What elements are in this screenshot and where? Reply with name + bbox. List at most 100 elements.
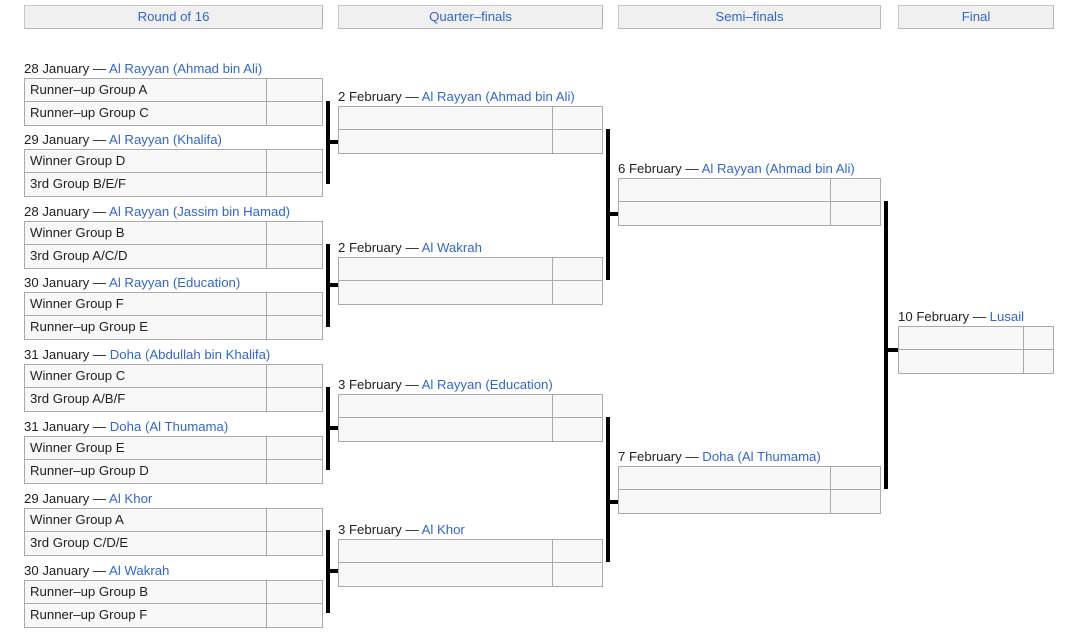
round-header-1[interactable]: Round of 16 xyxy=(24,5,323,29)
team-score-cell[interactable] xyxy=(267,245,323,269)
team-name-cell[interactable]: Winner Group A xyxy=(24,508,267,532)
match-venue-link[interactable]: Al Rayyan (Education) xyxy=(422,377,553,392)
caption-separator: — xyxy=(89,563,110,578)
team-score-cell[interactable] xyxy=(553,394,603,418)
round-header-2[interactable]: Quarter–finals xyxy=(338,5,603,29)
team-name-cell[interactable]: Runner–up Group A xyxy=(24,78,267,102)
team-name-cell[interactable] xyxy=(338,281,553,305)
team-name-cell[interactable]: 3rd Group B/E/F xyxy=(24,173,267,197)
match-venue-link[interactable]: Lusail xyxy=(990,309,1024,324)
team-name-cell[interactable] xyxy=(338,394,553,418)
team-score-cell[interactable] xyxy=(267,78,323,102)
team-name-cell[interactable]: Winner Group F xyxy=(24,292,267,316)
match-date: 29 January xyxy=(24,491,90,506)
team-score-cell[interactable] xyxy=(267,580,323,604)
caption-separator: — xyxy=(89,204,110,219)
match-row xyxy=(898,350,1054,374)
team-name-cell[interactable]: 3rd Group A/C/D xyxy=(24,245,267,269)
match-venue-link[interactable]: Al Wakrah xyxy=(109,563,169,578)
team-name-cell[interactable] xyxy=(338,257,553,281)
match-venue-link[interactable]: Al Khor xyxy=(109,491,152,506)
caption-separator: — xyxy=(89,61,110,76)
match-venue-link[interactable]: Al Rayyan (Ahmad bin Ali) xyxy=(422,89,575,104)
team-score-cell[interactable] xyxy=(831,178,881,202)
team-score-cell[interactable] xyxy=(1024,350,1054,374)
team-score-cell[interactable] xyxy=(267,604,323,628)
match-venue-link[interactable]: Al Rayyan (Ahmad bin Ali) xyxy=(702,161,855,176)
round-header-4[interactable]: Final xyxy=(898,5,1054,29)
team-name-cell[interactable] xyxy=(338,130,553,154)
connector-vertical-sf_to_final-1 xyxy=(884,201,888,489)
team-name-cell[interactable] xyxy=(338,418,553,442)
match-box-r16-5: Winner Group C 3rd Group A/B/F xyxy=(24,364,323,412)
match-venue-link[interactable]: Al Rayyan (Education) xyxy=(109,275,240,290)
team-score-cell[interactable] xyxy=(553,257,603,281)
team-score-cell[interactable] xyxy=(553,418,603,442)
team-score-cell[interactable] xyxy=(831,202,881,226)
team-name-cell[interactable] xyxy=(618,202,831,226)
team-score-cell[interactable] xyxy=(267,388,323,412)
match-venue-link[interactable]: Doha (Al Thumama) xyxy=(702,449,821,464)
match-caption-qf-1: 2 February — Al Rayyan (Ahmad bin Ali) xyxy=(338,89,575,105)
team-name-cell[interactable]: Winner Group B xyxy=(24,221,267,245)
team-score-cell[interactable] xyxy=(553,563,603,587)
match-box-r16-4: Winner Group F Runner–up Group E xyxy=(24,292,323,340)
team-name-cell[interactable] xyxy=(898,350,1024,374)
match-venue-link[interactable]: Al Rayyan (Jassim bin Hamad) xyxy=(109,204,290,219)
team-name-cell[interactable] xyxy=(898,326,1024,350)
match-venue-link[interactable]: Doha (Al Thumama) xyxy=(110,419,229,434)
team-score-cell[interactable] xyxy=(831,490,881,514)
team-score-cell[interactable] xyxy=(553,539,603,563)
match-venue-link[interactable]: Doha (Abdullah bin Khalifa) xyxy=(110,347,271,362)
team-name-cell[interactable]: 3rd Group A/B/F xyxy=(24,388,267,412)
team-name-cell[interactable]: Winner Group C xyxy=(24,364,267,388)
match-venue-link[interactable]: Al Rayyan (Khalifa) xyxy=(109,132,222,147)
match-venue-link[interactable]: Al Khor xyxy=(422,522,465,537)
caption-separator: — xyxy=(401,522,422,537)
team-name-cell[interactable]: Runner–up Group B xyxy=(24,580,267,604)
match-row xyxy=(338,130,603,154)
team-score-cell[interactable] xyxy=(831,466,881,490)
team-score-cell[interactable] xyxy=(267,460,323,484)
team-name-cell[interactable]: 3rd Group C/D/E xyxy=(24,532,267,556)
match-venue-link[interactable]: Al Wakrah xyxy=(422,240,482,255)
team-name-cell[interactable]: Runner–up Group E xyxy=(24,316,267,340)
team-score-cell[interactable] xyxy=(267,364,323,388)
team-score-cell[interactable] xyxy=(267,149,323,173)
match-box-sf-1 xyxy=(618,178,881,226)
match-row: 3rd Group B/E/F xyxy=(24,173,323,197)
team-score-cell[interactable] xyxy=(267,316,323,340)
team-score-cell[interactable] xyxy=(267,173,323,197)
team-name-cell[interactable] xyxy=(618,466,831,490)
team-name-cell[interactable]: Runner–up Group F xyxy=(24,604,267,628)
team-name-cell[interactable]: Runner–up Group C xyxy=(24,102,267,126)
team-name-cell[interactable]: Runner–up Group D xyxy=(24,460,267,484)
match-row: Winner Group E xyxy=(24,436,323,460)
team-score-cell[interactable] xyxy=(267,436,323,460)
match-venue-link[interactable]: Al Rayyan (Ahmad bin Ali) xyxy=(109,61,262,76)
caption-separator: — xyxy=(89,132,110,147)
team-name-cell[interactable] xyxy=(338,539,553,563)
team-score-cell[interactable] xyxy=(267,292,323,316)
match-row xyxy=(618,466,881,490)
team-score-cell[interactable] xyxy=(267,508,323,532)
team-name-cell[interactable]: Winner Group D xyxy=(24,149,267,173)
match-caption-qf-3: 3 February — Al Rayyan (Education) xyxy=(338,377,553,393)
team-name-cell[interactable] xyxy=(618,178,831,202)
team-score-cell[interactable] xyxy=(1024,326,1054,350)
team-name-cell[interactable] xyxy=(338,106,553,130)
match-box-r16-8: Runner–up Group B Runner–up Group F xyxy=(24,580,323,628)
match-date: 2 February xyxy=(338,240,402,255)
match-row: Winner Group B xyxy=(24,221,323,245)
team-score-cell[interactable] xyxy=(267,102,323,126)
team-name-cell[interactable]: Winner Group E xyxy=(24,436,267,460)
round-header-3[interactable]: Semi–finals xyxy=(618,5,881,29)
team-score-cell[interactable] xyxy=(267,221,323,245)
team-score-cell[interactable] xyxy=(553,130,603,154)
team-name-cell[interactable] xyxy=(618,490,831,514)
match-date: 2 February xyxy=(338,89,402,104)
team-name-cell[interactable] xyxy=(338,563,553,587)
team-score-cell[interactable] xyxy=(553,281,603,305)
team-score-cell[interactable] xyxy=(267,532,323,556)
team-score-cell[interactable] xyxy=(553,106,603,130)
